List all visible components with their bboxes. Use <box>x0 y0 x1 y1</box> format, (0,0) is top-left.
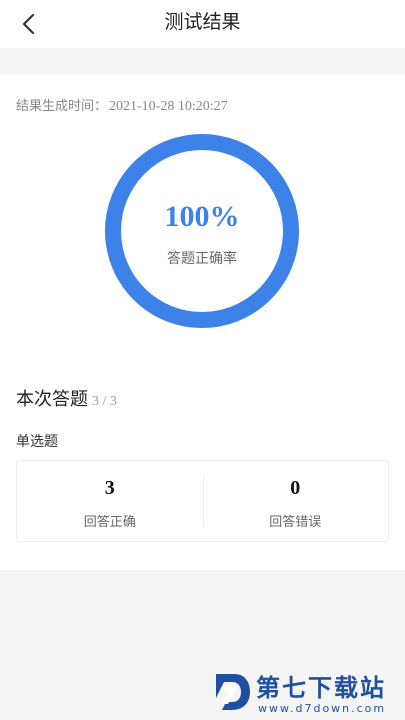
generated-time-value: 2021-10-28 10:20:27 <box>109 99 228 114</box>
result-card: 结果生成时间： 2021-10-28 10:20:27 100% 答题正确率 本次… <box>0 75 405 570</box>
correct-label: 回答正确 <box>83 515 136 530</box>
summary-title-text: 本次答题 <box>16 389 88 410</box>
top-bar: 测试结果 <box>0 0 405 48</box>
watermark-url: www.d7down.com <box>258 702 387 715</box>
accuracy-label: 答题正确率 <box>167 251 237 267</box>
answer-summary-title: 本次答题 3 / 3 <box>16 385 117 411</box>
stats-box: 3 回答正确 0 回答错误 <box>16 460 389 542</box>
wrong-stat: 0 回答错误 <box>202 461 389 541</box>
correct-count: 3 <box>104 477 115 499</box>
accuracy-percent: 100% <box>164 200 240 233</box>
correct-stat: 3 回答正确 <box>17 461 203 541</box>
generated-time-label: 结果生成时间： <box>16 99 108 114</box>
site-watermark: 第七下载站 www.d7down.com <box>212 668 402 718</box>
d7-logo-icon <box>216 674 250 710</box>
wrong-label: 回答错误 <box>269 515 322 530</box>
wrong-count: 0 <box>290 477 301 499</box>
question-type-label: 单选题 <box>16 434 58 450</box>
watermark-title: 第七下载站 <box>256 674 386 702</box>
summary-count: 3 / 3 <box>92 394 117 409</box>
page-title: 测试结果 <box>164 11 241 33</box>
generated-time: 结果生成时间： 2021-10-28 10:20:27 <box>16 95 228 115</box>
accuracy-ring: 100% 答题正确率 <box>103 132 301 330</box>
